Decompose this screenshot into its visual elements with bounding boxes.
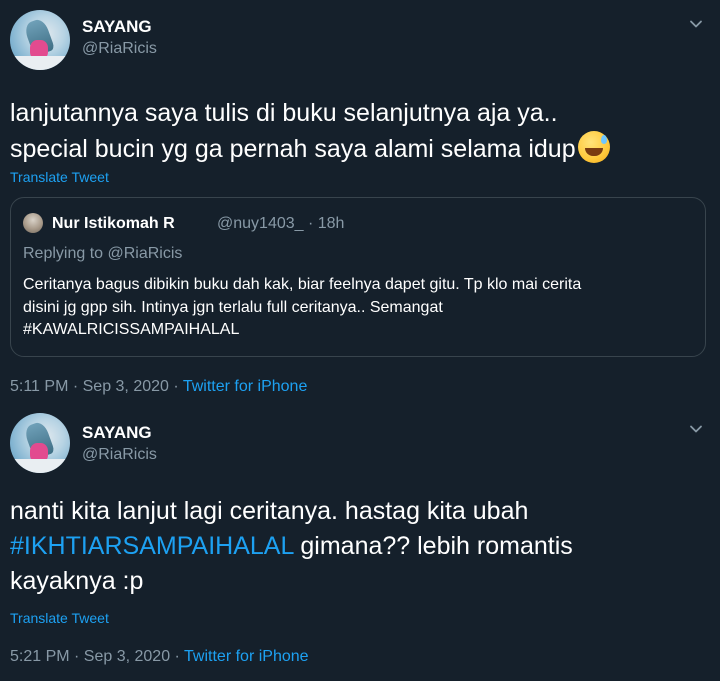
chevron-down-icon[interactable]	[689, 17, 703, 31]
tweet-text: lanjutannya saya tulis di buku selanjutn…	[10, 96, 710, 167]
user-handle[interactable]: @RiaRicis	[82, 446, 157, 464]
tweet-text-line: kayaknya :p	[10, 567, 144, 595]
tweet-1[interactable]: SAYANG @RiaRicis lanjutannya saya tulis …	[0, 0, 720, 410]
quoted-avatar	[23, 213, 43, 233]
quoted-hashtag: #KAWALRICISSAMPAIHALAL	[23, 321, 240, 338]
hashtag-link[interactable]: #IKHTIARSAMPAIHALAL	[10, 532, 293, 560]
quoted-text-line: disini jg gpp sih. Intinya jgn terlalu f…	[23, 298, 443, 316]
tweet-text-line: #IKHTIARSAMPAIHALAL gimana?? lebih roman…	[10, 532, 573, 560]
chevron-down-icon[interactable]	[689, 422, 703, 436]
display-name[interactable]: SAYANG	[82, 423, 152, 443]
user-handle[interactable]: @RiaRicis	[82, 40, 157, 58]
tweet-text-line: lanjutannya saya tulis di buku selanjutn…	[10, 99, 558, 127]
tweet-source-link[interactable]: Twitter for iPhone	[184, 648, 309, 665]
quoted-handle-time: @nuy1403_ · 18h	[217, 215, 345, 232]
tweet-text-line: special bucin yg ga pernah saya alami se…	[10, 131, 710, 167]
avatar[interactable]	[10, 413, 70, 473]
quoted-text-line: Ceritanya bagus dibikin buku dah kak, bi…	[23, 276, 582, 293]
sweat-smile-emoji-icon	[577, 131, 610, 163]
replying-to: Replying to @RiaRicis	[23, 245, 183, 262]
tweet-2[interactable]: SAYANG @RiaRicis nanti kita lanjut lagi …	[0, 410, 720, 681]
translate-tweet-link[interactable]: Translate Tweet	[10, 610, 109, 626]
avatar[interactable]	[10, 10, 70, 70]
tweet-timestamp: 5:11 PM · Sep 3, 2020 · Twitter for iPho…	[10, 378, 308, 395]
tweet-timestamp: 5:21 PM · Sep 3, 2020 · Twitter for iPho…	[10, 648, 309, 665]
quoted-display-name: Nur Istikomah R	[52, 215, 175, 232]
replying-to-handle[interactable]: @RiaRicis	[108, 245, 183, 262]
translate-tweet-link[interactable]: Translate Tweet	[10, 169, 109, 185]
quoted-text: Ceritanya bagus dibikin buku dah kak, bi…	[23, 274, 673, 342]
tweet-text: nanti kita lanjut lagi ceritanya. hastag…	[10, 494, 710, 599]
quoted-tweet[interactable]: Nur Istikomah R @nuy1403_ · 18h Replying…	[10, 197, 706, 357]
tweet-text-line: nanti kita lanjut lagi ceritanya. hastag…	[10, 497, 529, 525]
tweet-source-link[interactable]: Twitter for iPhone	[183, 378, 308, 395]
display-name[interactable]: SAYANG	[82, 17, 152, 37]
